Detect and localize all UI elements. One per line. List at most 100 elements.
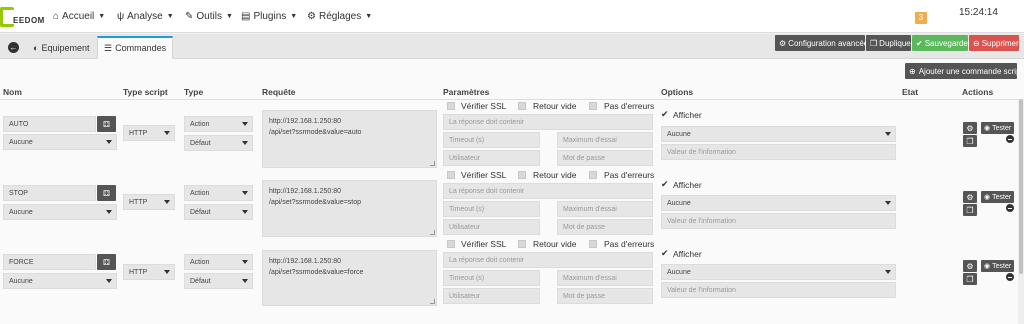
option-select[interactable]: Aucune (661, 264, 896, 280)
duplicate-button[interactable]: ❐ Dupliquer (866, 35, 914, 51)
password-input[interactable]: Mot de passe (557, 150, 653, 166)
empty-return-checkbox[interactable] (518, 240, 526, 248)
remove-command-icon[interactable] (1006, 273, 1014, 281)
command-subtype-select[interactable]: Aucune (3, 204, 117, 220)
afficher-checkbox-icon[interactable]: ✔ (661, 248, 669, 259)
afficher-checkbox-icon[interactable]: ✔ (661, 109, 669, 120)
max-tries-input[interactable]: Maximum d'essai (557, 201, 653, 217)
nav-reglages[interactable]: ⚙ Réglages ▼ (307, 0, 372, 33)
empty-return-checkbox[interactable] (518, 171, 526, 179)
back-button[interactable]: ← (2, 36, 25, 59)
command-name-input[interactable]: AUTO (3, 116, 96, 132)
gear-icon: ⚙ (307, 11, 316, 22)
request-textarea[interactable]: http://192.168.1.250:80 /api/set?ssrmode… (262, 180, 437, 237)
max-tries-input[interactable]: Maximum d'essai (557, 270, 653, 286)
username-input[interactable]: Utilisateur (443, 288, 540, 304)
username-input[interactable]: Utilisateur (443, 219, 540, 235)
empty-return-checkbox[interactable] (518, 102, 526, 110)
subtype-select[interactable]: Défaut (184, 204, 253, 220)
response-contains-input[interactable]: La réponse doit contenir (443, 252, 653, 268)
nav-analyse-label: Analyse (127, 11, 163, 22)
advanced-config-button[interactable]: ⚙ Configuration avancée (775, 35, 868, 51)
timeout-input[interactable]: Timeout (s) (443, 132, 540, 148)
response-contains-input[interactable]: La réponse doit contenir (443, 114, 653, 130)
add-command-button[interactable]: ⊕ Ajouter une commande script (905, 63, 1023, 79)
tab-equipement[interactable]: ◐ Equipement (27, 36, 95, 59)
cogs-icon[interactable]: ⚙ (963, 191, 977, 203)
afficher-checkbox-icon[interactable]: ✔ (661, 179, 669, 190)
command-name-input[interactable]: STOP (3, 185, 96, 201)
no-errors-checkbox[interactable] (589, 102, 597, 110)
verify-ssl-checkbox[interactable] (447, 171, 455, 179)
no-errors-checkbox[interactable] (589, 240, 597, 248)
command-name-input[interactable]: FORCE (3, 254, 96, 270)
response-contains-input[interactable]: La réponse doit contenir (443, 183, 653, 199)
empty-return-label: Retour vide (533, 170, 577, 180)
verify-ssl-checkbox[interactable] (447, 240, 455, 248)
duplicate-label: Dupliquer (879, 38, 914, 48)
delete-button[interactable]: ⊖ Supprimer (969, 35, 1019, 51)
cmd-config-icon[interactable]: ⚃ (97, 185, 116, 201)
test-button[interactable]: ◉ Tester (981, 191, 1015, 203)
type-select[interactable]: Action (184, 116, 253, 132)
copy-icon[interactable]: ❐ (963, 204, 977, 216)
vertical-scrollbar[interactable] (1018, 99, 1024, 324)
max-tries-input[interactable]: Maximum d'essai (557, 132, 653, 148)
cogs-icon[interactable]: ⚙ (963, 122, 977, 134)
password-input[interactable]: Mot de passe (557, 219, 653, 235)
info-value-input[interactable]: Valeur de l'information (661, 213, 896, 229)
copy-icon[interactable]: ❐ (963, 273, 977, 285)
caret-down-icon: ▼ (290, 13, 298, 20)
subtype-select[interactable]: Défaut (184, 135, 253, 151)
nav-plugins[interactable]: ▤ Plugins ▼ (241, 0, 297, 33)
tab-commandes[interactable]: ☰ Commandes (97, 36, 174, 59)
username-input[interactable]: Utilisateur (443, 150, 540, 166)
no-errors-label: Pas d'erreurs (604, 170, 655, 180)
nav-outils-label: Outils (196, 11, 222, 22)
copy-icon[interactable]: ❐ (963, 135, 977, 147)
save-button[interactable]: ✔ Sauvegarder (912, 35, 971, 51)
option-select[interactable]: Aucune (661, 126, 896, 142)
col-header-requete: Requête (262, 87, 296, 97)
timeout-input[interactable]: Timeout (s) (443, 270, 540, 286)
request-textarea[interactable]: http://192.168.1.250:80 /api/set?ssrmode… (262, 110, 437, 168)
caret-down-icon: ▼ (225, 13, 233, 20)
cmd-config-icon[interactable]: ⚃ (97, 116, 116, 132)
script-type-select[interactable]: HTTP (123, 194, 175, 210)
test-button[interactable]: ◉ Tester (981, 122, 1015, 134)
cogs-icon[interactable]: ⚙ (963, 260, 977, 272)
type-select[interactable]: Action (184, 254, 253, 270)
command-subtype-select[interactable]: Aucune (3, 134, 117, 150)
no-errors-checkbox[interactable] (589, 171, 597, 179)
nav-outils[interactable]: ✎ Outils ▼ (185, 0, 233, 33)
col-header-etat: Etat (902, 87, 919, 97)
request-textarea[interactable]: http://192.168.1.250:80 /api/set?ssrmode… (262, 250, 437, 306)
nav-accueil[interactable]: ⌂ Accueil ▼ (53, 0, 105, 33)
verify-ssl-checkbox[interactable] (447, 102, 455, 110)
info-value-input[interactable]: Valeur de l'information (661, 282, 896, 298)
subtype-select[interactable]: Défaut (184, 273, 253, 289)
script-type-select[interactable]: HTTP (123, 264, 175, 280)
wrench-icon: ✎ (185, 11, 194, 22)
option-select[interactable]: Aucune (661, 195, 896, 211)
type-select[interactable]: Action (184, 185, 253, 201)
test-button[interactable]: ◉ Tester (981, 260, 1015, 272)
scrollbar-thumb[interactable] (1019, 99, 1023, 274)
request-line: /api/set?ssrmode&value=force (269, 269, 364, 276)
request-line: http://192.168.1.250:80 (269, 118, 342, 125)
info-value-input[interactable]: Valeur de l'information (661, 144, 896, 160)
script-type-select[interactable]: HTTP (123, 125, 175, 141)
timeout-input[interactable]: Timeout (s) (443, 201, 540, 217)
cmd-config-icon[interactable]: ⚃ (97, 254, 116, 270)
remove-command-icon[interactable] (1006, 135, 1014, 143)
jeedom-logo[interactable]: EEDOM (0, 3, 44, 31)
password-input[interactable]: Mot de passe (557, 288, 653, 304)
tab-commandes-label: Commandes (115, 43, 167, 53)
notification-badge[interactable]: 3 (915, 12, 927, 24)
plus-circle-icon: ⊕ (909, 66, 916, 76)
nav-analyse[interactable]: ψ Analyse ▼ (117, 0, 174, 33)
verify-ssl-label: Vérifier SSL (461, 101, 507, 111)
remove-command-icon[interactable] (1006, 204, 1014, 212)
command-subtype-select[interactable]: Aucune (3, 273, 117, 289)
plugins-icon: ▤ (241, 11, 251, 22)
